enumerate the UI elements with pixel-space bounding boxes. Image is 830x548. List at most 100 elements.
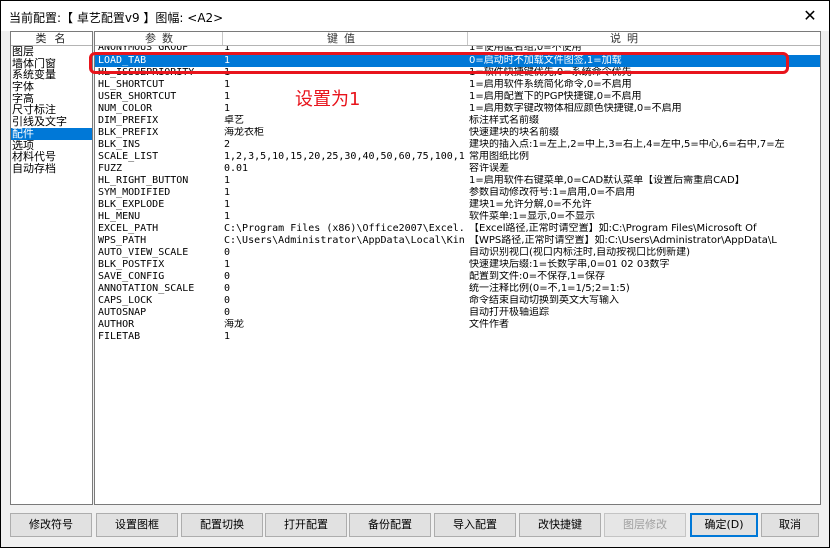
param-column-header[interactable]: 参数 (145, 32, 179, 45)
open-config-button[interactable]: 打开配置 (265, 513, 347, 537)
row-key: DIM_PREFIX (98, 115, 159, 126)
category-item[interactable]: 自动存档 (11, 163, 92, 175)
table-row[interactable]: HL_RIGHT_BUTTON 1 1=启用软件右键菜单,0=CAD默认菜单【设置后… (95, 175, 820, 187)
change-shortcut-button[interactable]: 改快捷键 (519, 513, 601, 537)
row-value: 0 (224, 247, 231, 258)
row-value: 1 (224, 175, 231, 186)
category-item[interactable]: 字体 (11, 81, 92, 93)
table-row[interactable]: AUTOSNAP 0 自动打开极轴追踪 (95, 307, 820, 319)
table-row[interactable]: ANNOTATION_SCALE 0 统一注释比例(0=不,1=1/5;2=1:5) (95, 283, 820, 295)
row-key: CAPS_LOCK (98, 295, 153, 306)
table-row[interactable]: SAVE_CONFIG 0 配置到文件:0=不保存,1=保存 (95, 271, 820, 283)
backup-config-button[interactable]: 备份配置 (349, 513, 431, 537)
category-item[interactable]: 系统变量 (11, 69, 92, 81)
layer-modify-button[interactable]: 图层修改 (604, 513, 686, 537)
row-description: 1=启用软件右键菜单,0=CAD默认菜单【设置后需重启CAD】 (469, 175, 745, 186)
highlight-box (89, 52, 789, 74)
table-row[interactable]: EXCEL_PATH C:\Program Files (x86)\Office2… (95, 223, 820, 235)
row-key: AUTOSNAP (98, 307, 147, 318)
row-key: EXCEL_PATH (98, 223, 159, 234)
import-config-button[interactable]: 导入配置 (434, 513, 516, 537)
row-description: 配置到文件:0=不保存,1=保存 (469, 271, 606, 282)
row-description: 常用图纸比例 (469, 151, 529, 162)
row-key: HL_SHORTCUT (98, 79, 165, 90)
table-row[interactable]: BLK_EXPLODE 1 建块1=允许分解,0=不允许 (95, 199, 820, 211)
category-item[interactable]: 材料代号 (11, 151, 92, 163)
row-key: BLK_POSTFIX (98, 259, 165, 270)
desc-column-header[interactable]: 说明 (610, 32, 644, 45)
config-dialog: 当前配置:【 卓艺配置v9 】图幅: <A2> ✕ 类名 图层 墙体门窗 系统变量字… (1, 1, 829, 547)
row-value: 0 (224, 295, 231, 306)
row-description: 1=启用配置下的PGP快捷键,0=不启用 (469, 91, 642, 102)
switch-config-button[interactable]: 配置切换 (181, 513, 263, 537)
row-key: BLK_INS (98, 139, 141, 150)
category-item[interactable]: 字高 (11, 93, 92, 105)
category-item[interactable]: 尺寸标注 (11, 104, 92, 116)
table-row[interactable]: CAPS_LOCK 0 命令结束自动切换到英文大写输入 (95, 295, 820, 307)
row-key: AUTO_VIEW_SCALE (98, 247, 189, 258)
row-key: HL_MENU (98, 211, 141, 222)
category-item[interactable]: 引线及文字 (11, 116, 92, 128)
category-item[interactable]: 图层 (11, 46, 92, 58)
close-icon[interactable]: ✕ (799, 6, 821, 26)
ok-button[interactable]: 确定(D) (690, 513, 758, 537)
category-list: 类名 图层 墙体门窗 系统变量 字体 字高 尺寸标注 引线及文字 配件 选项 材料代号 自动存档 (10, 31, 93, 505)
table-row[interactable]: FUZZ 0.01 容许误差 (95, 163, 820, 175)
table-row[interactable]: BLK_POSTFIX 1 快速建块后缀:1=长数字串,0=01 02 03数字 (95, 259, 820, 271)
row-description: 建块的插入点:1=左上,2=中上,3=右上,4=左中,5=中心,6=右中,7=左 (469, 139, 785, 150)
row-key: BLK_EXPLODE (98, 199, 165, 210)
row-value: 0 (224, 283, 231, 294)
table-row[interactable]: HL_SHORTCUT 1 1=启用软件系统简化命令,0=不启用 (95, 79, 820, 91)
annotation-label: 设置为1 (295, 89, 361, 110)
table-row[interactable]: DIM_PREFIX 卓艺 标注样式名前缀 (95, 115, 820, 127)
table-row[interactable]: SYM_MODIFIED 1 参数自动修改符号:1=启用,0=不启用 (95, 187, 820, 199)
table-header: 参数 键值 说明 (95, 32, 820, 46)
set-frame-button[interactable]: 设置图框 (96, 513, 178, 537)
table-row[interactable]: USER_SHORTCUT 1 1=启用配置下的PGP快捷键,0=不启用 (95, 91, 820, 103)
row-key: WPS_PATH (98, 235, 147, 246)
row-value: 海龙 (224, 319, 244, 330)
category-item[interactable]: 配件 (11, 127, 92, 140)
row-key: USER_SHORTCUT (98, 91, 177, 102)
table-row[interactable]: WPS_PATH C:\Users\Administrator\AppData\L… (95, 235, 820, 247)
table-row[interactable]: NUM_COLOR 1 1=启用数字键改物体相应颜色快捷键,0=不启用 (95, 103, 820, 115)
row-value: 1,2,3,5,10,15,20,25,30,40,50,60,75,100,1 (224, 151, 465, 162)
table-row[interactable]: HL_MENU 1 软件菜单:1=显示,0=不显示 (95, 211, 820, 223)
row-key: ANNOTATION_SCALE (98, 283, 195, 294)
category-item[interactable]: 墙体门窗 (11, 58, 92, 70)
row-description: 自动识别视口(视口内标注时,自动按视口比例新建) (469, 247, 690, 258)
table-row[interactable]: BLK_INS 2 建块的插入点:1=左上,2=中上,3=右上,4=左中,5=中心,… (95, 139, 820, 151)
table-row[interactable]: AUTHOR 海龙 文件作者 (95, 319, 820, 331)
row-value: 1 (224, 199, 231, 210)
row-key: HL_RIGHT_BUTTON (98, 175, 189, 186)
row-description: 标注样式名前缀 (469, 115, 539, 126)
row-value: 1 (224, 211, 231, 222)
row-key: NUM_COLOR (98, 103, 153, 114)
row-description: 【WPS路径,正常时请空置】如:C:\Users\Administrator\A… (469, 235, 777, 246)
modify-symbol-button[interactable]: 修改符号 (10, 513, 92, 537)
row-description: 自动打开极轴追踪 (469, 307, 549, 318)
parameter-table: 参数 键值 说明 ANONYMOUS_GROUP 1 1=使用匿名组,0=不使用… (94, 31, 821, 505)
row-description: 统一注释比例(0=不,1=1/5;2=1:5) (469, 283, 630, 294)
row-value: 0.01 (224, 163, 249, 174)
category-item[interactable]: 选项 (11, 140, 92, 152)
row-value: 卓艺 (224, 115, 244, 126)
row-description: 容许误差 (469, 163, 509, 174)
table-row[interactable]: AUTO_VIEW_SCALE 0 自动识别视口(视口内标注时,自动按视口比例新建) (95, 247, 820, 259)
table-row[interactable]: BLK_PREFIX 海龙衣柜 快速建块的块名前缀 (95, 127, 820, 139)
row-key: FUZZ (98, 163, 123, 174)
row-value: 2 (224, 139, 231, 150)
row-description: 建块1=允许分解,0=不允许 (469, 199, 592, 210)
row-key: AUTHOR (98, 319, 135, 330)
key-column-header[interactable]: 键值 (327, 32, 361, 45)
row-key: FILETAB (98, 331, 141, 342)
table-row[interactable]: FILETAB 1 (95, 331, 820, 343)
row-key: SCALE_LIST (98, 151, 159, 162)
row-key: SYM_MODIFIED (98, 187, 171, 198)
row-description: 文件作者 (469, 319, 509, 330)
row-key: BLK_PREFIX (98, 127, 159, 138)
row-key: SAVE_CONFIG (98, 271, 165, 282)
table-row[interactable]: SCALE_LIST 1,2,3,5,10,15,20,25,30,40,50,6… (95, 151, 820, 163)
cancel-button[interactable]: 取消 (761, 513, 819, 537)
row-description: 1=启用软件系统简化命令,0=不启用 (469, 79, 632, 90)
